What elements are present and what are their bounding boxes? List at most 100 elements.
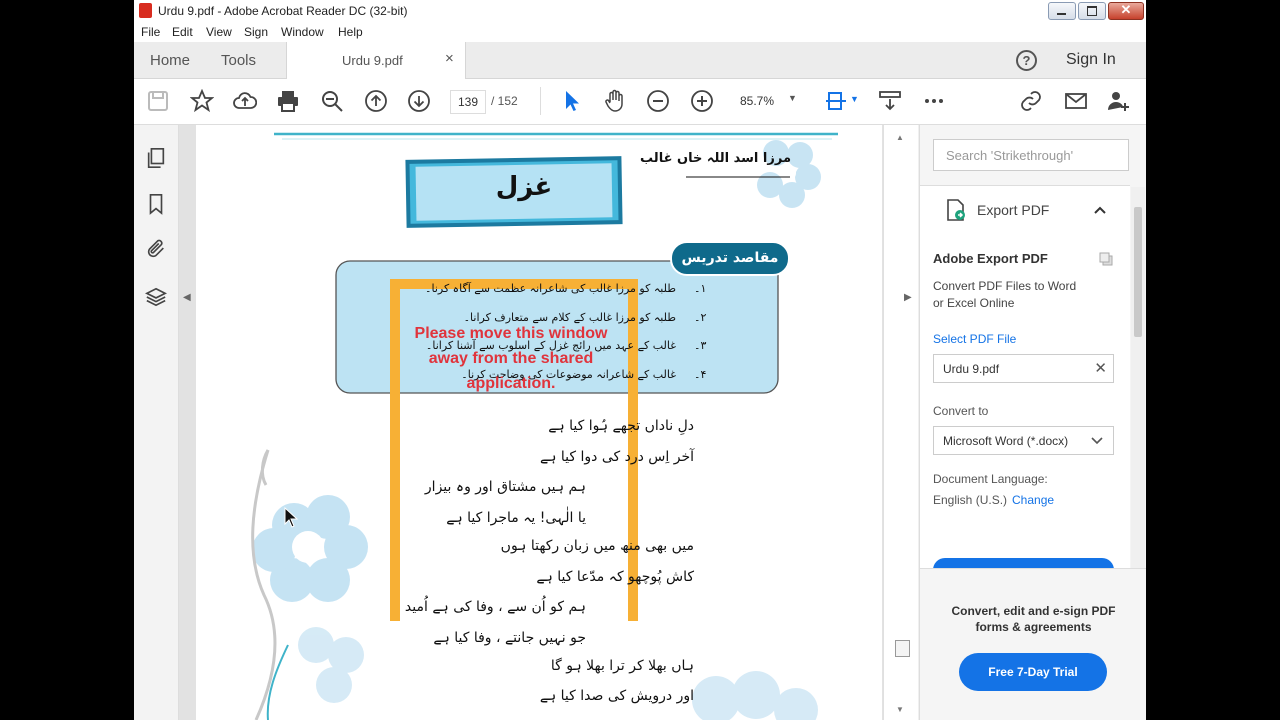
trial-promo: Convert, edit and e-sign PDF forms & agr…: [920, 568, 1146, 720]
title-bar[interactable]: Urdu 9.pdf - Adobe Acrobat Reader DC (32…: [134, 0, 1146, 23]
free-trial-button[interactable]: Free 7-Day Trial: [959, 653, 1107, 691]
document-viewport[interactable]: مرزا اسد اللہ خاں غالب غزل مقاصد تدریس ۱…: [179, 125, 918, 720]
hand-tool-icon[interactable]: [603, 89, 627, 113]
page-thumbnails-icon[interactable]: [145, 147, 167, 169]
close-window-button[interactable]: ✕: [1108, 2, 1144, 20]
scrollbar-thumb[interactable]: [895, 640, 910, 657]
objective-number: ۲۔: [694, 311, 707, 324]
menu-help[interactable]: Help: [338, 25, 363, 39]
acrobat-window: Urdu 9.pdf - Adobe Acrobat Reader DC (32…: [134, 0, 1146, 720]
menu-view[interactable]: View: [206, 25, 232, 39]
page-number-input[interactable]: 139: [450, 90, 486, 114]
scroll-down-icon[interactable]: ▼: [896, 705, 904, 714]
print-icon[interactable]: [276, 89, 300, 113]
collapse-left-panel-icon[interactable]: ◀: [183, 292, 191, 303]
tab-tools[interactable]: Tools: [221, 52, 256, 69]
page-fit-dropdown-icon[interactable]: ▼: [850, 94, 859, 104]
verse-line: میں بھی منھ میں زبان رکھتا ہوں: [500, 538, 694, 554]
more-tools-icon[interactable]: [922, 89, 946, 113]
cloud-upload-icon[interactable]: [233, 89, 257, 113]
selected-file-name: Urdu 9.pdf: [943, 362, 1000, 376]
export-pdf-icon: [947, 199, 965, 221]
convert-format-select[interactable]: Microsoft Word (*.docx): [933, 426, 1114, 455]
verse-line: ہم ہیں مشتاق اور وہ بیزار: [424, 479, 586, 495]
bookmarks-icon[interactable]: [145, 193, 167, 215]
help-icon[interactable]: ?: [1016, 50, 1037, 71]
select-pdf-file-link[interactable]: Select PDF File: [933, 332, 1016, 346]
sign-in-button[interactable]: Sign In: [1066, 51, 1116, 69]
previous-page-icon[interactable]: [364, 89, 388, 113]
select-cursor-icon[interactable]: [560, 89, 584, 113]
pdf-page: مرزا اسد اللہ خاں غالب غزل مقاصد تدریس ۱…: [196, 125, 882, 720]
clear-file-icon[interactable]: ✕: [1094, 355, 1107, 383]
tab-home[interactable]: Home: [150, 52, 190, 69]
zoom-level[interactable]: 85.7%: [740, 94, 774, 108]
convert-to-label: Convert to: [933, 404, 989, 418]
toolbar: 139 / 152 85.7% ▼ ▼: [134, 79, 1146, 125]
verse-line: ہم کو اُن سے ، وفا کی ہے اُمید: [404, 599, 586, 615]
mouse-cursor-icon: [284, 506, 299, 528]
left-navigation-rail: [134, 125, 179, 720]
scroll-mode-icon[interactable]: [878, 89, 902, 113]
copy-icon[interactable]: [1098, 251, 1114, 267]
tools-search-input[interactable]: Search 'Strikethrough': [933, 139, 1129, 171]
promo-text: Convert, edit and e-sign PDF forms & agr…: [930, 603, 1137, 635]
collapse-right-panel-icon[interactable]: ▶: [904, 292, 912, 303]
verse-line: یا الٰہی! یہ ماجرا کیا ہے: [446, 510, 586, 526]
tab-document-label: Urdu 9.pdf: [342, 53, 403, 68]
adobe-export-title: Adobe Export PDF: [933, 251, 1048, 266]
menu-sign[interactable]: Sign: [244, 25, 268, 39]
minimize-button[interactable]: [1048, 2, 1076, 20]
toolbar-divider: [540, 87, 541, 115]
attachments-icon[interactable]: [145, 238, 167, 260]
add-user-icon[interactable]: [1107, 89, 1131, 113]
email-icon[interactable]: [1064, 89, 1088, 113]
zoom-dropdown-chevron-icon[interactable]: ▼: [788, 93, 797, 103]
promo-line: Convert, edit and e-sign PDF: [951, 604, 1116, 618]
export-description: or Excel Online: [933, 296, 1015, 310]
menu-window[interactable]: Window: [281, 25, 324, 39]
objective-number: ۱۔: [694, 282, 707, 295]
tab-document[interactable]: Urdu 9.pdf ×: [286, 42, 466, 79]
verse-line: اور درویش کی صدا کیا ہے: [539, 688, 694, 704]
verse-line: ہاں بھلا کر ترا بھلا ہو گا: [550, 658, 694, 674]
chevron-down-icon: [1091, 437, 1103, 445]
tab-bar: Home Tools Urdu 9.pdf × ? Sign In: [134, 42, 1146, 79]
promo-line: forms & agreements: [975, 620, 1092, 634]
objective-number: ۴۔: [694, 368, 707, 381]
poet-name: مرزا اسد اللہ خاں غالب: [640, 151, 791, 166]
poem-title: غزل: [495, 172, 553, 202]
page-fit-icon[interactable]: [824, 89, 848, 113]
restore-button[interactable]: [1078, 2, 1106, 20]
scroll-up-icon[interactable]: ▲: [896, 133, 904, 142]
close-tab-icon[interactable]: ×: [445, 50, 454, 67]
verse-line: آخر اِس درد کی دوا کیا ہے: [540, 449, 694, 465]
zoom-out-icon[interactable]: [646, 89, 670, 113]
right-tools-pane: Search 'Strikethrough' Export PDF Adobe …: [919, 125, 1146, 720]
objective-number: ۳۔: [694, 339, 707, 352]
layers-icon[interactable]: [145, 286, 167, 308]
selected-file-field[interactable]: Urdu 9.pdf ✕: [933, 354, 1114, 383]
export-description: Convert PDF Files to Word: [933, 279, 1077, 293]
menu-edit[interactable]: Edit: [172, 25, 193, 39]
zoom-search-icon[interactable]: [320, 89, 344, 113]
star-icon[interactable]: [190, 89, 214, 113]
export-pdf-header[interactable]: Export PDF: [977, 202, 1049, 218]
document-scrollbar[interactable]: ▲ ▼: [883, 125, 918, 720]
window-title: Urdu 9.pdf - Adobe Acrobat Reader DC (32…: [158, 4, 408, 18]
page-total: / 152: [491, 94, 518, 108]
right-pane-scrollbar-thumb[interactable]: [1134, 207, 1142, 337]
acrobat-app-icon: [139, 3, 152, 18]
chevron-up-icon[interactable]: [1093, 205, 1107, 215]
share-link-icon[interactable]: [1019, 89, 1043, 113]
objective-text: طلبہ کو مرزا غالب کی شاعرانہ عظمت سے آگا…: [425, 282, 676, 295]
next-page-icon[interactable]: [407, 89, 431, 113]
zoom-in-icon[interactable]: [690, 89, 714, 113]
menu-file[interactable]: File: [141, 25, 160, 39]
convert-format-value: Microsoft Word (*.docx): [943, 434, 1069, 448]
verse-line: دلِ ناداں تجھے ہُوا کیا ہے: [548, 418, 694, 434]
verse-line: کاش پُوچھو کہ مدّعا کیا ہے: [536, 569, 694, 585]
save-icon[interactable]: [146, 89, 170, 113]
change-language-link[interactable]: Change: [1012, 493, 1054, 507]
objectives-heading: مقاصد تدریس: [681, 250, 779, 266]
